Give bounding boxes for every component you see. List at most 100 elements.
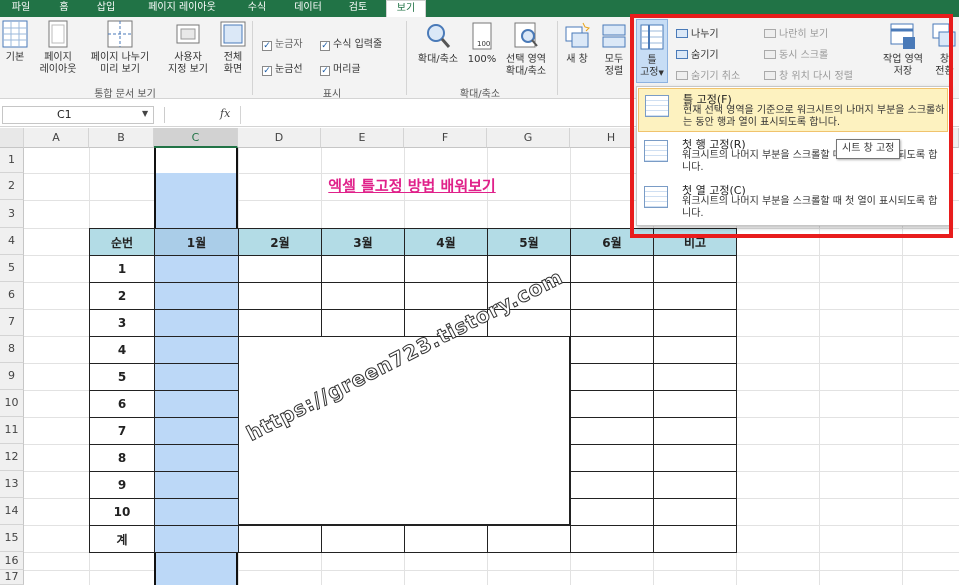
row-label-cell[interactable]: 10 <box>89 498 155 526</box>
data-cell[interactable] <box>487 525 571 553</box>
data-cell[interactable] <box>321 309 405 337</box>
header-cell[interactable]: 비고 <box>653 228 737 256</box>
data-cell[interactable] <box>570 444 654 472</box>
data-cell[interactable] <box>154 363 239 391</box>
tab-file[interactable]: 파일 <box>4 0 38 17</box>
row-header[interactable]: 12 <box>0 444 24 471</box>
column-header-d[interactable]: D <box>238 128 321 148</box>
formula-bar-checkbox[interactable]: ✓ 수식 입력줄 <box>320 35 382 51</box>
data-cell[interactable] <box>653 525 737 553</box>
row-label-cell[interactable]: 3 <box>89 309 155 337</box>
data-cell[interactable] <box>404 525 488 553</box>
data-cell[interactable] <box>653 309 737 337</box>
data-cell[interactable] <box>570 471 654 499</box>
tab-view[interactable]: 보기 <box>386 0 426 17</box>
ruler-checkbox[interactable]: ✓ 눈금자 <box>262 35 303 51</box>
page-layout-view-button[interactable]: 페이지 레이아웃 <box>34 19 82 76</box>
row-header[interactable]: 13 <box>0 471 24 498</box>
insert-function-icon[interactable]: fx <box>220 107 230 120</box>
tab-home[interactable]: 홈 <box>48 0 80 17</box>
data-cell[interactable] <box>653 282 737 310</box>
header-cell[interactable]: 1월 <box>154 228 239 256</box>
data-cell[interactable] <box>570 417 654 445</box>
row-label-cell[interactable]: 9 <box>89 471 155 499</box>
data-cell[interactable] <box>570 525 654 553</box>
data-cell[interactable] <box>321 282 405 310</box>
row-label-cell[interactable]: 6 <box>89 390 155 418</box>
data-cell[interactable] <box>154 255 239 283</box>
data-cell[interactable] <box>154 498 239 526</box>
data-cell[interactable] <box>653 498 737 526</box>
data-cell[interactable] <box>570 309 654 337</box>
row-header[interactable]: 3 <box>0 200 24 228</box>
column-header-f[interactable]: F <box>404 128 487 148</box>
data-cell[interactable] <box>238 525 322 553</box>
header-cell[interactable]: 6월 <box>570 228 654 256</box>
zoom-to-selection-button[interactable]: 선택 영역 확대/축소 <box>498 21 554 78</box>
row-label-cell[interactable]: 계 <box>89 525 155 553</box>
row-header[interactable]: 16 <box>0 552 24 570</box>
menu-item-freeze-first-column[interactable]: 첫 열 고정(C) 워크시트의 나머지 부분을 스크롤할 때 첫 열이 표시되도… <box>638 180 948 224</box>
switch-windows-button[interactable]: 창 전환 <box>930 21 959 78</box>
page-break-preview-button[interactable]: 페이지 나누기 미리 보기 <box>84 19 156 76</box>
data-cell[interactable] <box>154 390 239 418</box>
zoom-100-button[interactable]: 100 100% <box>466 21 498 66</box>
data-cell[interactable] <box>154 336 239 364</box>
new-window-button[interactable]: 새 창 <box>560 21 594 66</box>
synchronous-scrolling-button[interactable]: 동시 스크롤 <box>764 46 828 61</box>
data-cell[interactable] <box>238 282 322 310</box>
data-cell[interactable] <box>653 336 737 364</box>
zoom-button[interactable]: 확대/축소 <box>410 21 466 66</box>
headings-checkbox[interactable]: ✓ 머리글 <box>320 60 361 76</box>
row-header[interactable]: 5 <box>0 255 24 282</box>
data-cell[interactable] <box>321 525 405 553</box>
row-header[interactable]: 9 <box>0 363 24 390</box>
data-cell[interactable] <box>154 471 239 499</box>
row-label-cell[interactable]: 7 <box>89 417 155 445</box>
row-header[interactable]: 1 <box>0 148 24 173</box>
data-cell[interactable] <box>570 282 654 310</box>
active-cell-c1[interactable] <box>156 148 236 173</box>
data-cell[interactable] <box>238 309 322 337</box>
data-cell[interactable] <box>570 255 654 283</box>
data-cell[interactable] <box>154 525 239 553</box>
hide-button[interactable]: 숨기기 <box>676 46 719 61</box>
data-cell[interactable] <box>570 390 654 418</box>
column-header-b[interactable]: B <box>89 128 154 148</box>
tab-data[interactable]: 데이터 <box>286 0 330 17</box>
view-side-by-side-button[interactable]: 나란히 보기 <box>764 25 828 40</box>
row-label-cell[interactable]: 4 <box>89 336 155 364</box>
row-label-cell[interactable]: 8 <box>89 444 155 472</box>
menu-item-freeze-top-row[interactable]: 첫 행 고정(R) 워크시트의 나머지 부분을 스크롤할 때 첫 행이 표시되도… <box>638 134 948 178</box>
data-cell[interactable] <box>570 363 654 391</box>
column-header-e[interactable]: E <box>321 128 404 148</box>
row-header[interactable]: 17 <box>0 570 24 585</box>
header-cell[interactable]: 5월 <box>487 228 571 256</box>
row-header[interactable]: 10 <box>0 390 24 417</box>
data-cell[interactable] <box>154 309 239 337</box>
data-cell[interactable] <box>321 255 405 283</box>
row-header[interactable]: 11 <box>0 417 24 444</box>
split-button[interactable]: 나누기 <box>676 25 719 40</box>
normal-view-button[interactable]: 기본 <box>0 19 30 64</box>
full-screen-button[interactable]: 전체 화면 <box>218 19 248 76</box>
header-cell[interactable]: 2월 <box>238 228 322 256</box>
data-cell[interactable] <box>154 417 239 445</box>
data-cell[interactable] <box>653 444 737 472</box>
data-cell[interactable] <box>653 417 737 445</box>
data-cell[interactable] <box>154 444 239 472</box>
tab-review[interactable]: 검토 <box>340 0 376 17</box>
freeze-panes-button[interactable]: 틀 고정▼ <box>636 19 668 83</box>
custom-views-button[interactable]: 사용자 지정 보기 <box>160 19 216 76</box>
row-label-cell[interactable]: 2 <box>89 282 155 310</box>
header-cell[interactable]: 순번 <box>89 228 155 256</box>
row-header[interactable]: 7 <box>0 309 24 336</box>
tab-page-layout[interactable]: 페이지 레이아웃 <box>134 0 230 17</box>
data-cell[interactable] <box>653 390 737 418</box>
row-header[interactable]: 15 <box>0 525 24 552</box>
data-cell[interactable] <box>238 255 322 283</box>
unhide-button[interactable]: 숨기기 취소 <box>676 67 740 82</box>
save-workspace-button[interactable]: 작업 영역 저장 <box>876 21 930 78</box>
row-header[interactable]: 2 <box>0 173 24 200</box>
data-cell[interactable] <box>570 336 654 364</box>
